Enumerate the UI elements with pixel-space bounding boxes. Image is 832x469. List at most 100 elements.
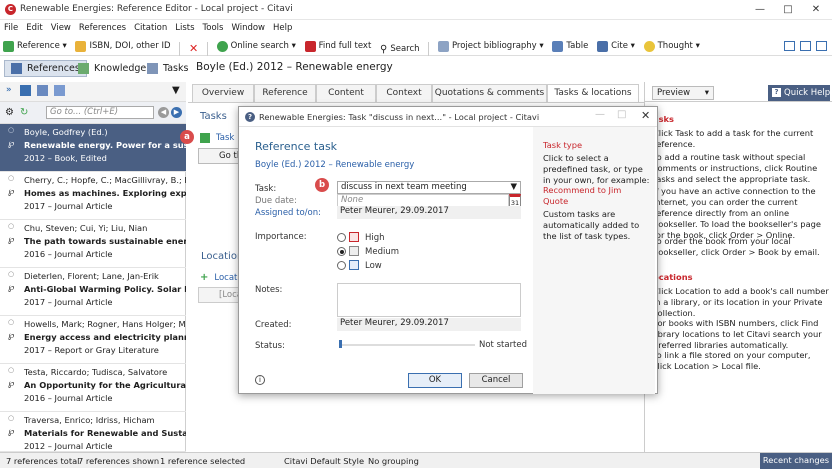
status-style[interactable]: Citavi Default Style [284,456,364,466]
dialog-maximize-button[interactable]: □ [617,109,626,120]
tab-quotations[interactable]: Quotations & comments [432,84,547,102]
gear-icon[interactable]: ⚙ [5,107,14,118]
menu-view[interactable]: View [47,20,75,36]
dialog-title-bar: ? Renewable Energies: Task "discuss in n… [239,107,657,127]
menu-window[interactable]: Window [227,20,269,36]
online-search-button[interactable]: Online search ▾ [214,36,299,56]
search-button[interactable]: ⚲ Search [377,39,423,59]
thought-button[interactable]: Thought ▾ [641,36,703,56]
menu-citation[interactable]: Citation [130,20,171,36]
list-item[interactable]: ○ Testa, Riccardo; Tudisca, Salvatore ℘ An… [0,364,186,412]
task-combobox[interactable]: discuss in next team meeting ▼ [337,181,521,194]
help-text: To order the book from your local bookse… [653,236,820,257]
menu-lists[interactable]: Lists [171,20,198,36]
refresh-icon[interactable]: ↻ [20,107,28,118]
find-full-text-button[interactable]: Find full text [302,36,375,56]
goto-search-input[interactable]: Go to... (Ctrl+E) [46,106,154,119]
add-reference-button[interactable]: Reference ▾ [0,36,70,56]
add-task-link[interactable]: Task [200,133,234,143]
list-item[interactable]: ○ Chu, Steven; Cui, Yi; Liu, Nian ℘ The pa… [0,220,186,268]
task-type-help: Task type Click to select a predefined t… [533,127,655,394]
layout-icon[interactable] [784,41,795,51]
notes-textarea[interactable] [337,283,521,317]
side-heading: Task type [543,140,583,150]
table-button[interactable]: Table [549,36,591,56]
status-refs-selected: 1 reference selected [160,456,246,466]
status-grouping[interactable]: No grouping [368,456,419,466]
assigned-label[interactable]: Assigned to/on: [255,208,321,218]
tasks-icon [147,63,158,74]
status-refs-total: 7 references total [6,456,80,466]
annotation-badge-b: b [315,178,329,192]
info-icon[interactable]: i [255,375,265,385]
list-header: » ▼ [0,82,186,102]
list-item[interactable]: ○ Cherry, C.; Hopfe, C.; MacGillivray, B.… [0,172,186,220]
goto-button[interactable]: Go th [198,148,240,164]
cancel-button[interactable]: Cancel [469,373,523,388]
wand-icon [75,40,87,52]
status-slider[interactable] [339,344,475,346]
delete-button[interactable]: ✕ [186,38,201,58]
globe-icon [216,40,228,52]
sort-icon[interactable] [54,85,65,96]
group-icon[interactable] [37,85,48,96]
help-icon: ? [245,112,255,122]
help-text: To link a file stored on your computer, … [653,350,811,371]
reference-header: Boyle (Ed.) 2012 – Renewable energy [196,61,393,73]
help-tasks-heading: asks [653,114,674,124]
tab-context[interactable]: Context [376,84,432,102]
filter-icon[interactable]: ▼ [172,85,180,96]
layout-icon[interactable] [816,41,827,51]
forward-icon[interactable]: ▶ [171,107,182,118]
project-bibliography-button[interactable]: Project bibliography ▾ [435,36,547,56]
location-field[interactable]: [Loca [198,287,240,303]
help-text: Click Task to add a task for the current… [653,128,814,149]
status-bar: 7 references total 7 references shown 1 … [0,452,832,469]
cite-button[interactable]: Cite ▾ [594,36,638,56]
recent-changes-button[interactable]: Recent changes [760,453,832,469]
list-item[interactable]: ○ Dieterlen, Florent; Lane, Jan-Erik ℘ Ant… [0,268,186,316]
pin-icon: ○ [8,126,15,134]
dialog-title: Renewable Energies: Task "discuss in nex… [259,112,540,122]
tab-tasks-locations[interactable]: Tasks & locations [547,84,639,103]
side-example-link[interactable]: Recommend to Jim Quote [543,185,633,207]
tab-content[interactable]: Content [316,84,376,102]
menu-file[interactable]: File [0,20,22,36]
help-text: Click Location to add a book's call numb… [653,286,829,318]
close-button[interactable]: ✕ [802,0,830,20]
list-item[interactable]: ○ Traversa, Enrico; Idriss, Hicham ℘ Mater… [0,412,186,452]
menu-tools[interactable]: Tools [199,20,228,36]
status-slider-handle[interactable] [339,340,342,348]
quick-help-button[interactable]: ? Quick Help [768,85,830,101]
selection-icon[interactable] [20,85,31,96]
dialog-close-button[interactable]: ✕ [641,109,650,122]
help-icon: ? [772,88,781,97]
importance-high-radio[interactable] [337,233,346,242]
dialog-minimize-button[interactable]: — [595,109,605,120]
expand-icon[interactable]: » [6,85,12,95]
maximize-button[interactable]: □ [774,0,802,20]
pin-icon: ○ [8,318,15,326]
notes-label: Notes: [255,285,283,295]
tab-reference[interactable]: Reference [254,84,316,102]
ok-button[interactable]: OK [408,373,462,388]
back-icon[interactable]: ◀ [158,107,169,118]
reference-link[interactable]: Boyle (Ed.) 2012 – Renewable energy [255,160,414,170]
isbn-button[interactable]: ISBN, DOI, other ID [72,36,173,56]
paperclip-icon: ℘ [8,139,15,149]
nav-tasks[interactable]: Tasks [141,60,194,77]
dialog-heading: Reference task [255,140,338,153]
tab-overview[interactable]: Overview [192,84,254,102]
menu-help[interactable]: Help [269,20,296,36]
minimize-button[interactable]: — [746,0,774,20]
preview-dropdown[interactable]: Preview ▾ [652,86,714,100]
list-item[interactable]: ○ Boyle, Godfrey (Ed.) ℘ Renewable energy.… [0,124,186,172]
importance-high-label: High [365,233,385,243]
importance-medium-radio[interactable] [337,247,346,256]
menu-edit[interactable]: Edit [22,20,46,36]
menu-references[interactable]: References [75,20,130,36]
layout-icon[interactable] [800,41,811,51]
side-text: Custom tasks are automatically added to … [543,209,640,241]
list-item[interactable]: ○Howells, Mark; Rogner, Hans Holger; Men… [0,316,186,364]
importance-low-radio[interactable] [337,261,346,270]
